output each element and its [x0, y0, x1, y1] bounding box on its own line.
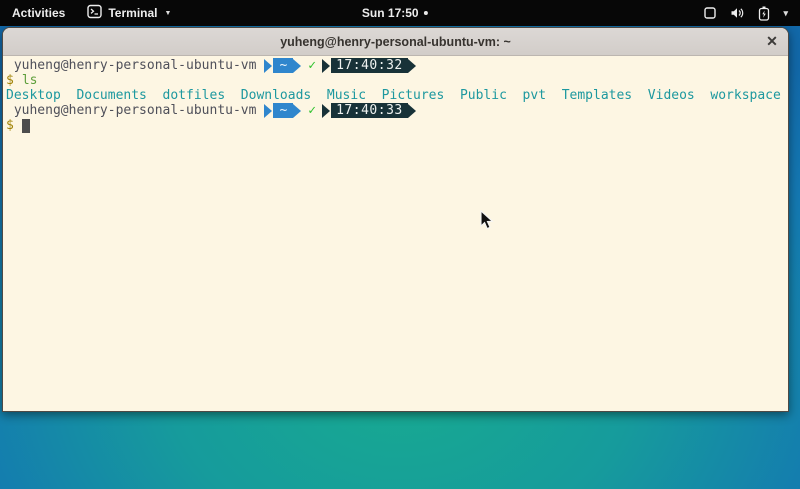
- input-line: $: [6, 118, 785, 133]
- battery-charging-icon: [758, 6, 770, 21]
- ls-output-line: Desktop Documents dotfiles Downloads Mus…: [6, 88, 785, 103]
- clock-label: Sun 17:50: [362, 6, 419, 20]
- terminal-app-icon: [87, 4, 102, 22]
- app-menu-terminal[interactable]: Terminal ▼: [77, 0, 181, 26]
- chevron-down-icon: ▾: [783, 8, 788, 19]
- check-icon: ✓: [308, 58, 316, 73]
- powerline-arrow-icon: [293, 59, 301, 73]
- powerline-arrow-icon: [293, 104, 301, 118]
- top-bar: Activities Terminal ▼ Sun 17:50: [0, 0, 800, 26]
- powerline-arrow-icon: [322, 104, 330, 118]
- screen-icon: [703, 6, 717, 20]
- prompt-dollar: $: [6, 73, 14, 88]
- window-titlebar[interactable]: yuheng@henry-personal-ubuntu-vm: ~ ✕: [3, 28, 788, 56]
- activities-button[interactable]: Activities: [0, 0, 77, 26]
- notification-dot: [424, 11, 428, 15]
- directory-listing: Desktop Documents dotfiles Downloads Mus…: [6, 88, 781, 103]
- window-title: yuheng@henry-personal-ubuntu-vm: ~: [280, 35, 511, 49]
- prompt-host: yuheng@henry-personal-ubuntu-vm: [6, 103, 256, 118]
- desktop: Activities Terminal ▼ Sun 17:50: [0, 0, 800, 489]
- command-text: ls: [22, 73, 38, 88]
- prompt-path: ~: [273, 103, 293, 118]
- terminal-content[interactable]: yuheng@henry-personal-ubuntu-vm ~ ✓ 17:4…: [3, 56, 788, 412]
- prompt-time: 17:40:32: [331, 58, 408, 73]
- powerline-arrow-icon: [264, 59, 272, 73]
- terminal-window: yuheng@henry-personal-ubuntu-vm: ~ ✕ yuh…: [2, 27, 789, 412]
- powerline-arrow-icon: [264, 104, 272, 118]
- terminal-cursor: [22, 119, 30, 133]
- powerline-arrow-icon: [408, 59, 416, 73]
- system-status-area[interactable]: ▾: [691, 0, 800, 26]
- close-icon[interactable]: ✕: [763, 33, 781, 51]
- clock-button[interactable]: Sun 17:50: [362, 0, 428, 26]
- prompt-time-segment: 17:40:32: [322, 58, 416, 73]
- prompt-path: ~: [273, 58, 293, 73]
- prompt-path-segment: ~: [264, 58, 301, 73]
- prompt-path-segment: ~: [264, 103, 301, 118]
- command-line: $ ls: [6, 73, 785, 88]
- prompt-time: 17:40:33: [331, 103, 408, 118]
- prompt-line: yuheng@henry-personal-ubuntu-vm ~ ✓ 17:4…: [6, 103, 785, 118]
- prompt-time-segment: 17:40:33: [322, 103, 416, 118]
- prompt-dollar: $: [6, 118, 14, 133]
- powerline-arrow-icon: [322, 59, 330, 73]
- prompt-line: yuheng@henry-personal-ubuntu-vm ~ ✓ 17:4…: [6, 58, 785, 73]
- prompt-host: yuheng@henry-personal-ubuntu-vm: [6, 58, 256, 73]
- volume-icon: [730, 6, 745, 20]
- powerline-arrow-icon: [408, 104, 416, 118]
- check-icon: ✓: [308, 103, 316, 118]
- chevron-down-icon: ▼: [164, 10, 171, 17]
- app-menu-label: Terminal: [108, 6, 157, 20]
- activities-label: Activities: [12, 6, 65, 20]
